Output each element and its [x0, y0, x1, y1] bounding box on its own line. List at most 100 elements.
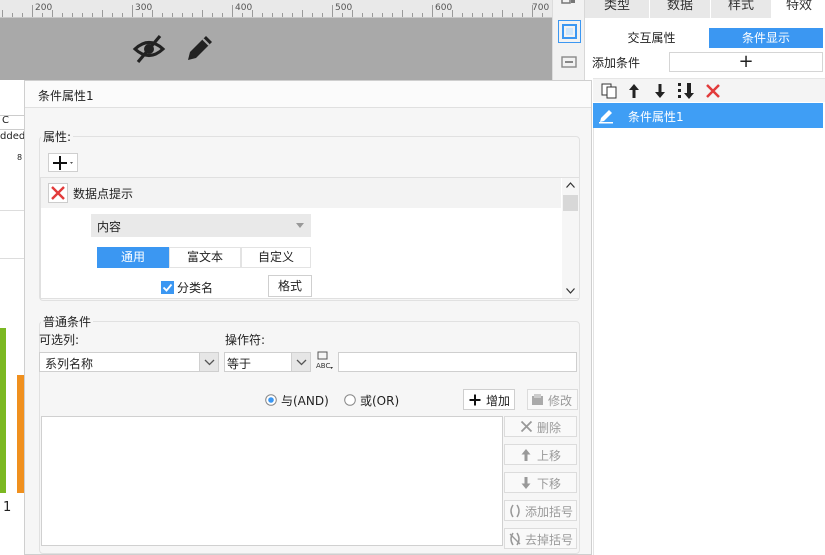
category-checkbox[interactable]	[161, 281, 174, 294]
copy-icon[interactable]	[601, 83, 617, 99]
conditions-label: 普通条件	[41, 313, 94, 330]
move-down-button[interactable]: 下移	[504, 472, 577, 493]
ruler-tick	[372, 13, 373, 17]
add-button-label: 增加	[486, 394, 511, 408]
ruler-label: 400	[235, 3, 253, 13]
frame-icon[interactable]	[561, 0, 577, 6]
arrow-down-icon[interactable]	[653, 83, 667, 99]
ruler-tick	[472, 13, 473, 17]
tab-custom[interactable]: 自定义	[241, 247, 311, 268]
tab-style[interactable]: 样式	[711, 0, 771, 18]
tab-type[interactable]: 类型	[585, 0, 649, 18]
right-properties-panel: 类型 数据 样式 特效 交互属性 条件显示 添加条件 + 条件属性1	[584, 0, 825, 555]
ruler-tick	[272, 13, 273, 17]
remove-bracket-button[interactable]: 去掉括号	[504, 528, 577, 549]
widget-icon[interactable]	[561, 56, 577, 68]
preview-cell: dded	[0, 131, 26, 142]
ruler-tick	[202, 10, 203, 17]
horizontal-ruler: 200 300 400 500 600 700	[0, 0, 552, 18]
condition-properties-dialog: 条件属性1 属性: 数据点提示 内容 通用 富文本 自定义 分类名 格式 普通条…	[24, 80, 592, 555]
column-select-value: 系列名称	[45, 357, 94, 371]
ruler-tick	[312, 13, 313, 17]
ruler-tick	[62, 13, 63, 17]
ruler-tick	[322, 13, 323, 17]
ruler-tick	[262, 13, 263, 17]
add-condition-button[interactable]: +	[669, 52, 823, 72]
operator-label: 操作符:	[225, 333, 266, 347]
ruler-label: 500	[335, 3, 353, 13]
move-down-button-label: 下移	[537, 477, 562, 491]
ruler-tick	[532, 13, 533, 17]
column-select[interactable]: 系列名称	[39, 352, 219, 372]
modify-button[interactable]: 修改	[527, 389, 578, 410]
list-item-label: 条件属性1	[628, 110, 684, 124]
add-button[interactable]: 增加	[463, 389, 515, 410]
arrow-up-icon	[520, 448, 532, 462]
remove-bracket-button-label: 去掉括号	[525, 533, 574, 547]
tab-data[interactable]: 数据	[650, 0, 710, 18]
tab-effects[interactable]: 特效	[772, 0, 825, 18]
category-checkbox-label: 分类名	[177, 281, 214, 295]
format-button[interactable]: 格式	[268, 275, 312, 297]
tab-general[interactable]: 通用	[97, 247, 169, 268]
move-up-button-label: 上移	[537, 449, 562, 463]
scrollbar-thumb[interactable]	[563, 195, 578, 211]
ruler-tick	[72, 13, 73, 17]
ruler-tick	[142, 13, 143, 17]
plus-icon	[469, 394, 481, 406]
chevron-down-icon	[566, 288, 575, 294]
ruler-tick	[302, 10, 303, 17]
ruler-tick	[452, 10, 453, 17]
ruler-label: 600	[435, 3, 453, 13]
remove-property-icon[interactable]	[48, 183, 68, 203]
chart-bar-green	[0, 328, 6, 493]
value-type-icon[interactable]: ABC	[315, 351, 335, 371]
add-bracket-button-label: 添加括号	[525, 505, 574, 519]
move-to-bottom-icon[interactable]	[677, 82, 695, 100]
conditions-list[interactable]	[41, 416, 503, 546]
plus-dropdown-icon	[52, 155, 76, 171]
delete-button[interactable]: 删除	[504, 416, 577, 437]
ruler-tick	[2, 10, 3, 17]
hide-icon[interactable]	[132, 32, 166, 66]
ruler-tick	[252, 10, 253, 17]
list-item[interactable]: 条件属性1	[593, 103, 823, 128]
ruler-tick	[102, 10, 103, 17]
content-select-value: 内容	[97, 220, 122, 234]
operator-select[interactable]: 等于	[224, 352, 311, 372]
arrow-up-icon[interactable]	[627, 83, 641, 99]
ruler-tick	[382, 13, 383, 17]
tab-rich-text[interactable]: 富文本	[169, 247, 241, 268]
ruler-tick	[432, 13, 433, 17]
ruler-tick	[402, 10, 403, 17]
delete-x-icon[interactable]	[705, 83, 721, 99]
add-property-button[interactable]	[48, 153, 78, 172]
property-editor: 数据点提示 内容 通用 富文本 自定义 分类名 格式	[40, 177, 579, 299]
subtab-interaction[interactable]: 交互属性	[595, 28, 708, 48]
ruler-tick	[542, 13, 543, 17]
or-radio[interactable]	[344, 394, 356, 406]
add-bracket-icon	[508, 504, 522, 518]
scrollbar[interactable]	[562, 178, 579, 298]
ruler-tick	[392, 13, 393, 17]
select-icon[interactable]	[558, 20, 581, 43]
content-select[interactable]: 内容	[91, 214, 311, 237]
ruler-tick	[442, 13, 443, 17]
ruler-tick	[512, 13, 513, 17]
ruler-label: 300	[135, 3, 153, 13]
add-bracket-button[interactable]: 添加括号	[504, 500, 577, 521]
modify-icon	[531, 393, 545, 407]
ruler-tick	[182, 13, 183, 17]
subtab-conditional-display[interactable]: 条件显示	[709, 28, 823, 48]
ruler-tick	[332, 13, 333, 17]
preview-cell-number: 8	[17, 153, 23, 162]
condition-value-input[interactable]	[338, 352, 577, 372]
ruler-label: 700	[532, 3, 550, 13]
ruler-tick	[172, 13, 173, 17]
move-up-button[interactable]: 上移	[504, 444, 577, 465]
dialog-title: 条件属性1	[25, 81, 591, 108]
ruler-tick	[482, 13, 483, 17]
edit-pencil-icon[interactable]	[182, 32, 216, 66]
and-radio[interactable]	[265, 394, 277, 406]
ruler-tick	[112, 13, 113, 17]
